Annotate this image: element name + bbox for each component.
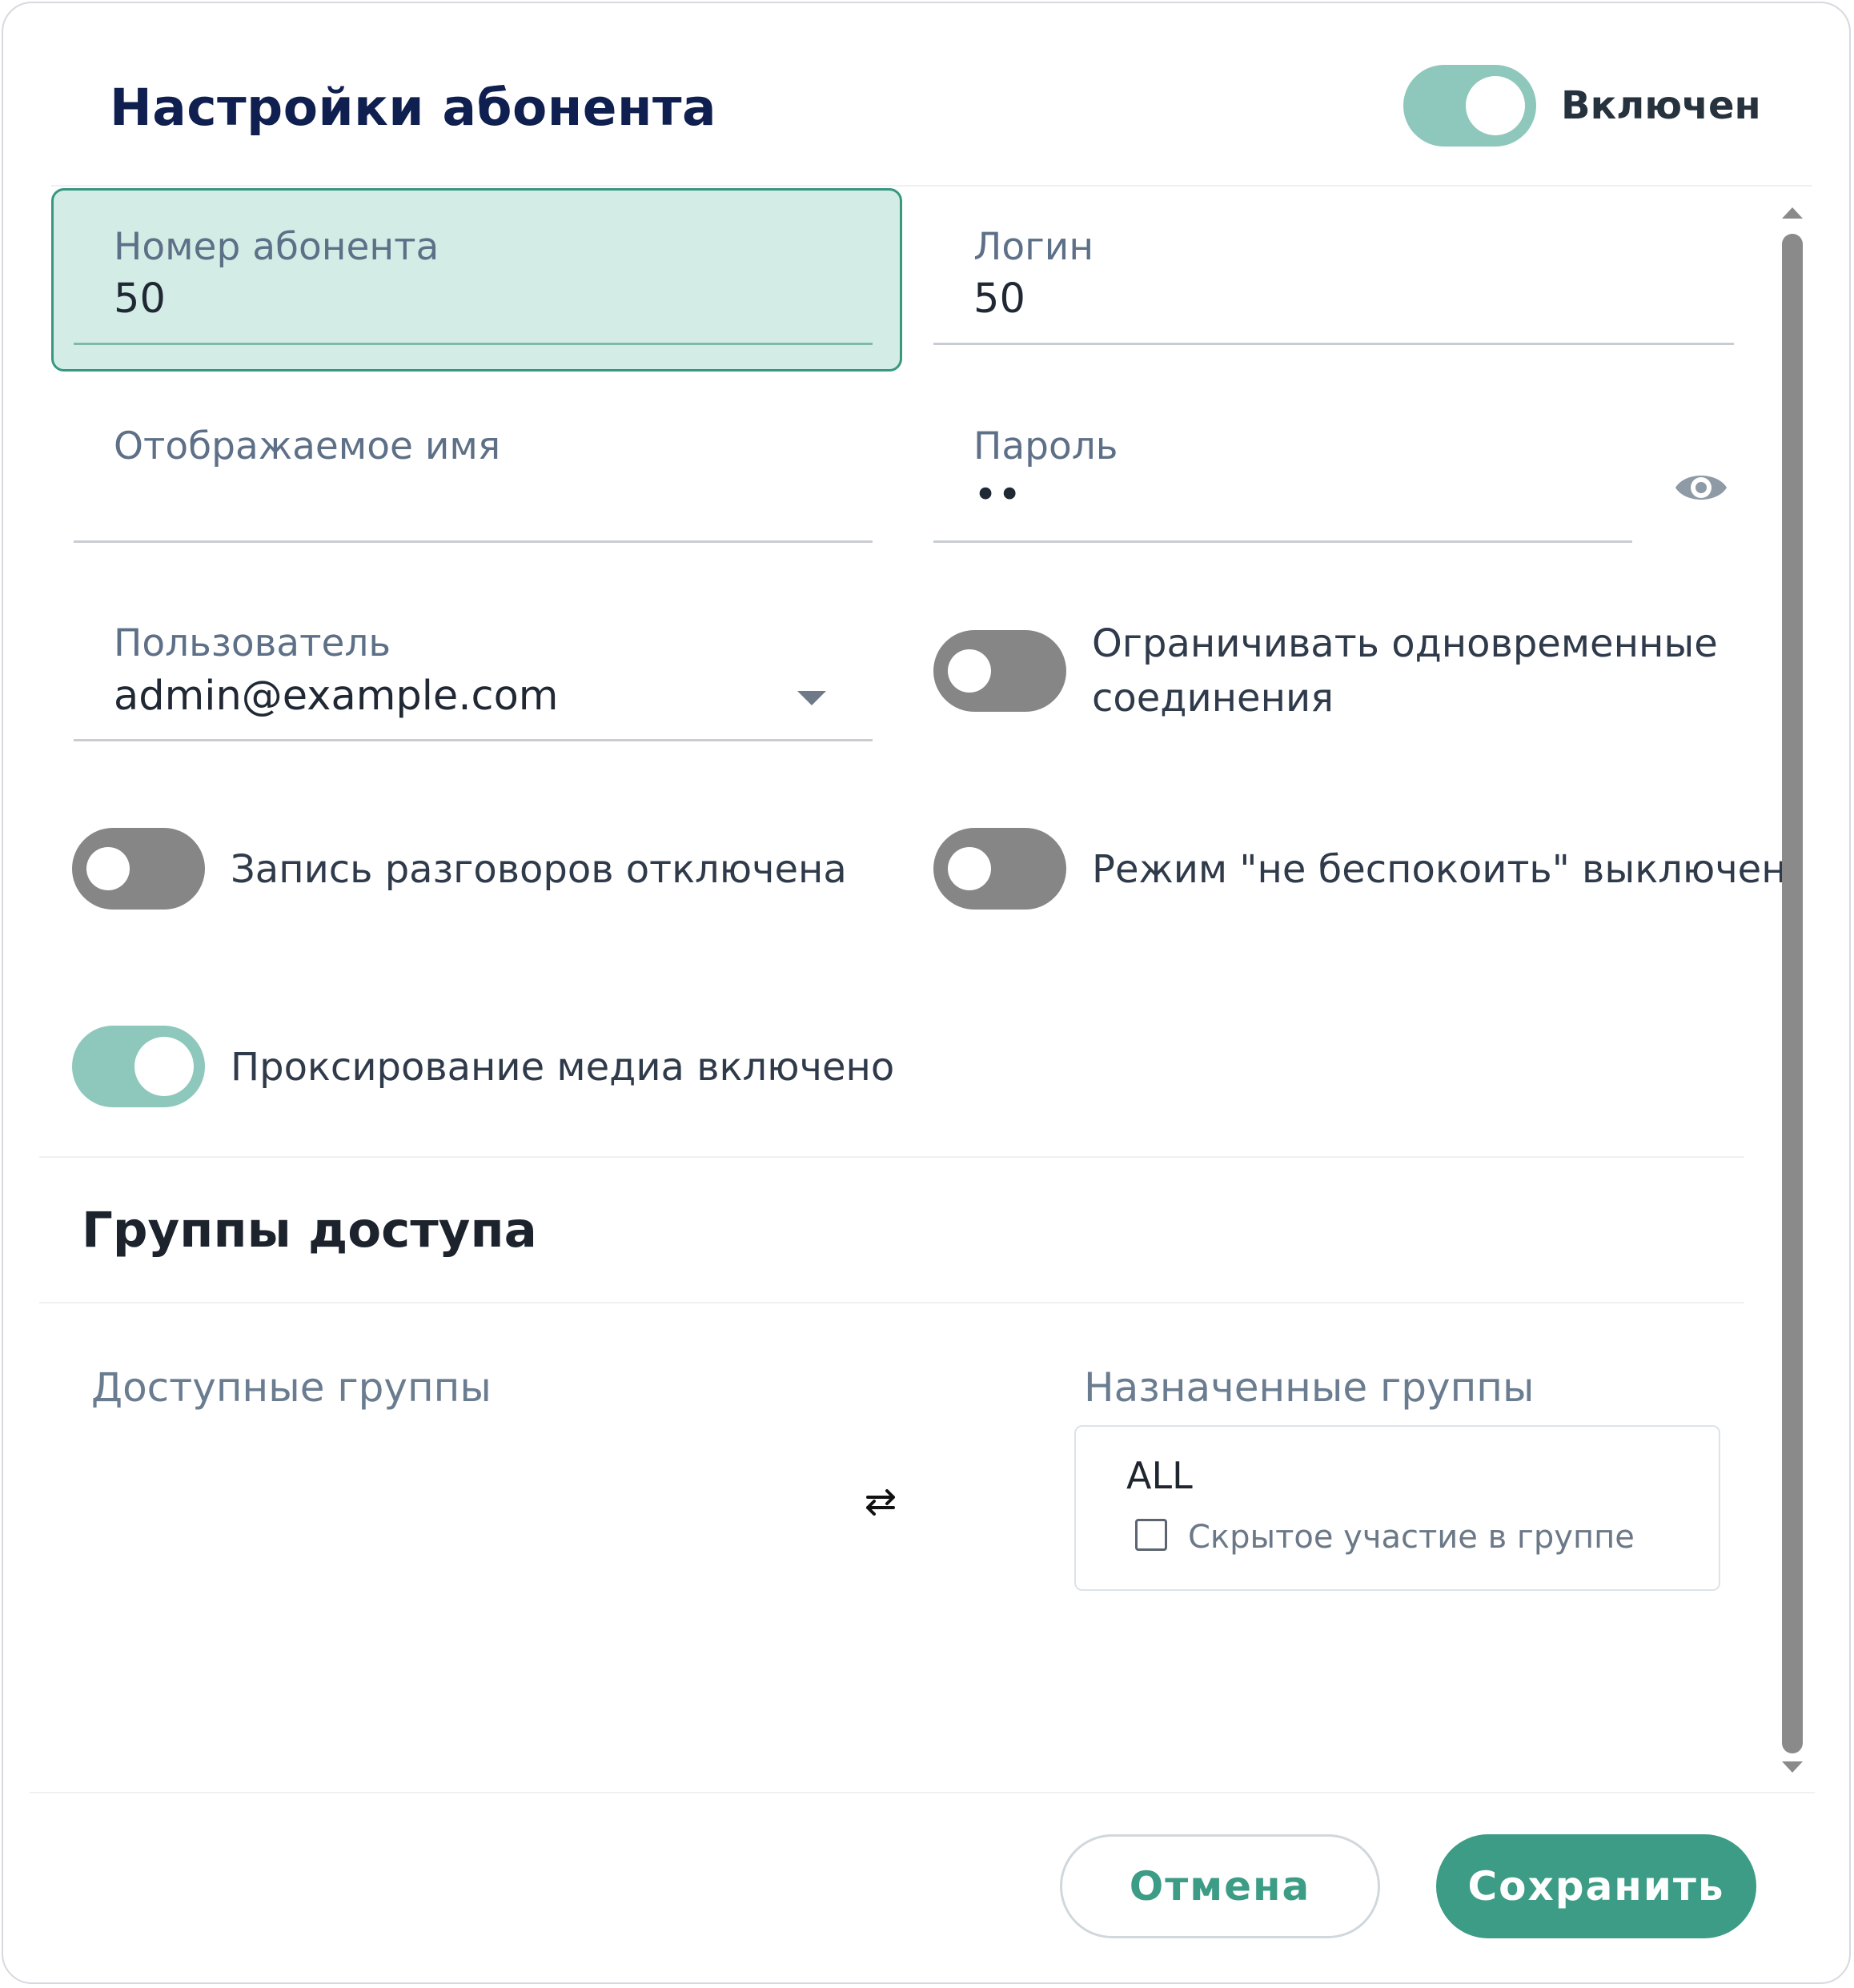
- limit-connections-toggle[interactable]: [933, 630, 1066, 712]
- login-label: Логин: [973, 225, 1094, 269]
- assigned-groups-label: Назначенные группы: [1084, 1364, 1535, 1411]
- scroll-up-icon[interactable]: [1780, 205, 1804, 221]
- subscriber-number-underline: [74, 343, 873, 345]
- toggle-knob: [948, 649, 991, 693]
- groups-divider: [39, 1302, 1744, 1303]
- hidden-membership-label: Скрытое участие в группе: [1188, 1519, 1635, 1556]
- scrollbar-thumb[interactable]: [1782, 234, 1803, 1753]
- password-input[interactable]: ••: [973, 472, 1021, 519]
- display-name-input[interactable]: [114, 476, 866, 524]
- call-recording-label: Запись разговоров отключена: [231, 847, 847, 892]
- enabled-toggle[interactable]: [1403, 65, 1536, 147]
- access-groups-title: Группы доступа: [82, 1202, 537, 1259]
- password-underline: [933, 540, 1632, 543]
- media-proxy-toggle[interactable]: [72, 1026, 205, 1107]
- swap-arrows-icon[interactable]: [861, 1486, 900, 1518]
- subscriber-settings-dialog: Настройки абонента Включен Номер абонент…: [2, 2, 1851, 1984]
- password-label: Пароль: [973, 424, 1118, 468]
- call-recording-toggle[interactable]: [72, 828, 205, 910]
- display-name-underline: [74, 540, 873, 543]
- media-proxy-label: Проксирование медиа включено: [231, 1045, 895, 1090]
- user-label: Пользователь: [114, 621, 391, 665]
- eye-icon[interactable]: [1673, 466, 1729, 509]
- group-name-all[interactable]: ALL: [1126, 1454, 1193, 1497]
- dnd-label: Режим "не беспокоить" выключен: [1092, 847, 1787, 892]
- toggle-knob: [1466, 76, 1525, 135]
- available-groups-label: Доступные группы: [91, 1364, 492, 1411]
- login-underline: [933, 343, 1734, 345]
- assigned-groups-list: [1074, 1425, 1720, 1591]
- dialog-title: Настройки абонента: [110, 78, 717, 137]
- hidden-membership-checkbox[interactable]: [1135, 1519, 1167, 1551]
- save-button[interactable]: Сохранить: [1436, 1834, 1756, 1938]
- toggle-knob: [948, 847, 991, 890]
- cancel-button[interactable]: Отмена: [1060, 1834, 1380, 1938]
- footer-divider: [30, 1792, 1815, 1793]
- display-name-label: Отображаемое имя: [114, 424, 501, 468]
- limit-connections-label-line2: соединения: [1092, 676, 1334, 721]
- login-input[interactable]: 50: [973, 275, 1025, 323]
- subscriber-number-label: Номер абонента: [114, 225, 439, 269]
- enabled-label: Включен: [1561, 83, 1761, 128]
- toggle-knob: [86, 847, 130, 890]
- scroll-down-icon[interactable]: [1780, 1759, 1804, 1775]
- limit-connections-label-line1: Ограничивать одновременные: [1092, 621, 1718, 666]
- header-divider: [51, 185, 1812, 187]
- section-divider: [39, 1156, 1744, 1158]
- dnd-toggle[interactable]: [933, 828, 1066, 910]
- subscriber-number-value: 50: [114, 275, 166, 323]
- user-select[interactable]: admin@example.com: [114, 673, 558, 720]
- chevron-down-icon[interactable]: [797, 691, 826, 707]
- toggle-knob: [134, 1037, 194, 1096]
- user-underline: [74, 739, 873, 741]
